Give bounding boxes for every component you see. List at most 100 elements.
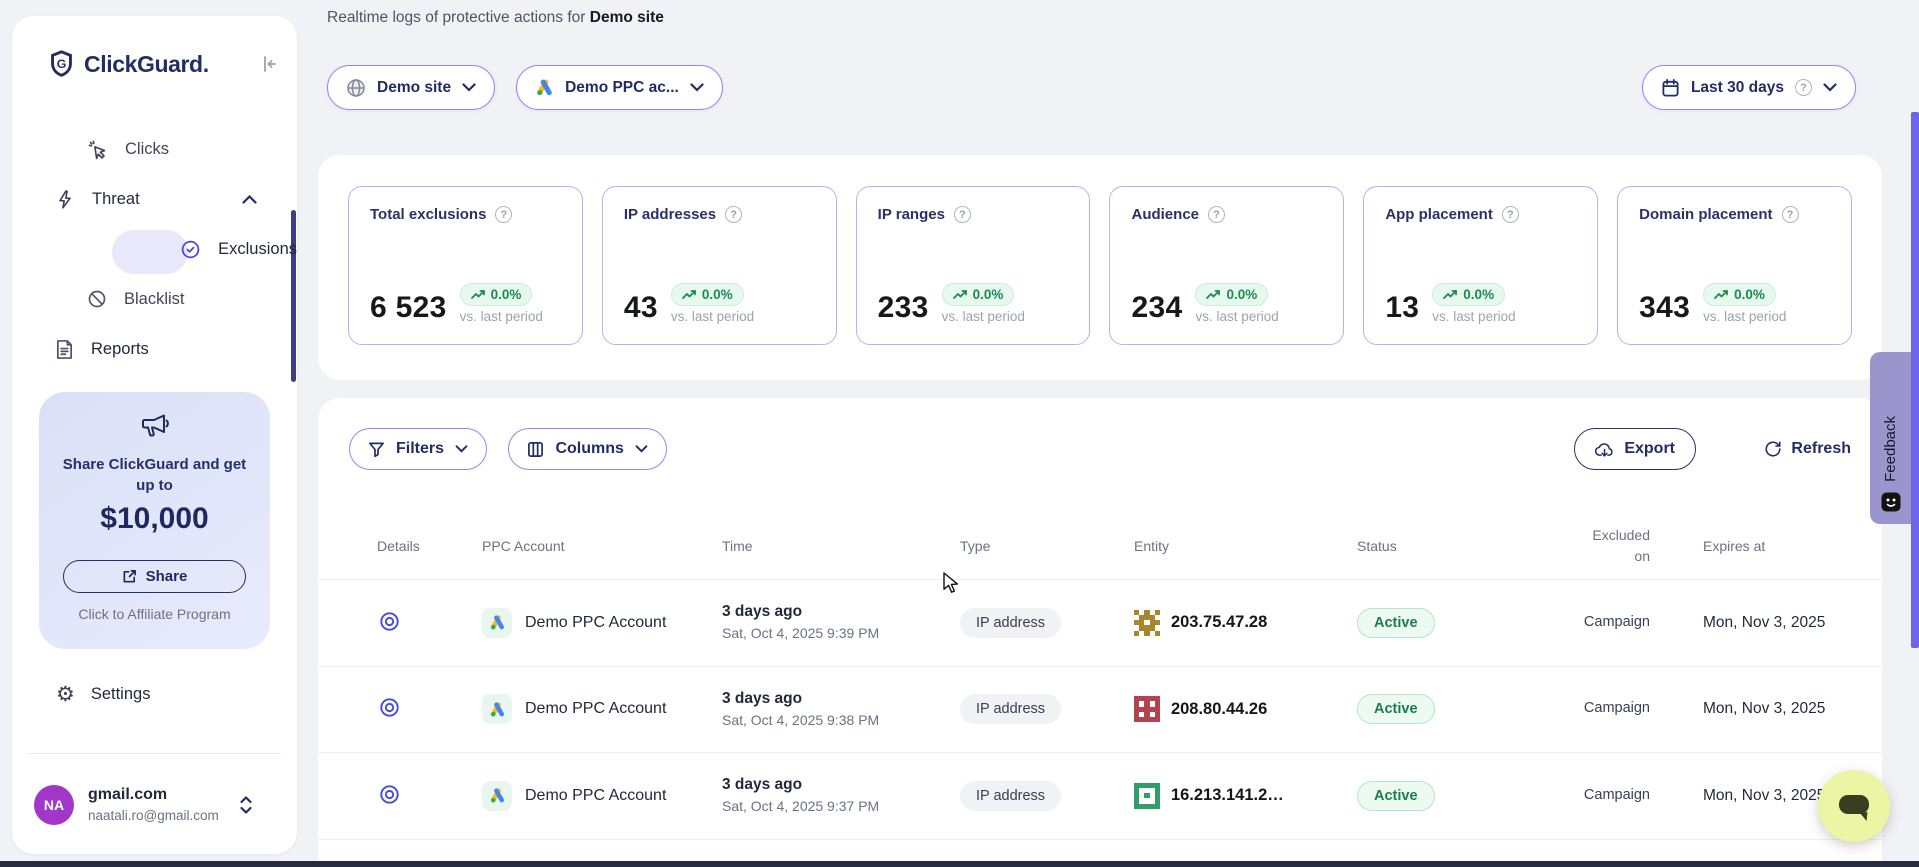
ban-icon [87, 289, 107, 309]
brand-name: ClickGuard. [84, 51, 209, 78]
details-eye-button[interactable] [377, 782, 405, 807]
main-content: Realtime logs of protective actions for … [318, 0, 1882, 867]
app-root: G ClickGuard. Clicks Threat [0, 0, 1919, 867]
details-eye-button[interactable] [377, 609, 405, 634]
affiliate-promo-card[interactable]: Share ClickGuard and get up to $10,000 S… [39, 392, 270, 649]
stat-card-domain-placement: Domain placement? 343 0.0% vs. last peri… [1617, 186, 1852, 345]
share-button[interactable]: Share [63, 560, 246, 593]
sidebar-collapse-icon[interactable] [259, 54, 279, 74]
refresh-label: Refresh [1791, 440, 1851, 458]
table-row[interactable]: Demo PPC Account 3 days agoSat, Oct 4, 2… [318, 752, 1882, 839]
table-row[interactable]: Demo PPC Account 3 days agoSat, Oct 4, 2… [318, 579, 1882, 666]
table-header-row: Details PPC Account Time Type Entity Sta… [318, 513, 1882, 579]
col-header-type: Type [960, 538, 1134, 554]
selector-row: Demo site Demo PPC ac... [327, 65, 723, 110]
sidebar-item-blacklist[interactable]: Blacklist [12, 274, 297, 324]
sidebar-item-clicks[interactable]: Clicks [12, 124, 297, 174]
help-icon[interactable]: ? [1782, 206, 1799, 223]
delta-caption: vs. last period [671, 309, 754, 324]
cursor-click-icon [87, 139, 108, 160]
stat-card-total-exclusions: Total exclusions? 6 523 0.0% vs. last pe… [348, 186, 583, 345]
sidebar-item-label: Threat [92, 190, 140, 209]
excluded-on-value: Campaign [1580, 612, 1675, 634]
col-header-status: Status [1357, 538, 1580, 554]
promo-heading: Share ClickGuard and get up to [57, 454, 252, 497]
export-button[interactable]: Export [1574, 428, 1696, 470]
trend-up-icon [1714, 290, 1728, 300]
trend-up-icon [682, 290, 696, 300]
delta-value: 0.0% [1734, 287, 1765, 302]
chevron-down-icon [462, 83, 476, 92]
ip-identicon [1134, 783, 1160, 809]
type-badge: IP address [960, 694, 1061, 724]
site-selector-dropdown[interactable]: Demo site [327, 65, 495, 110]
stat-title: IP addresses [624, 206, 716, 223]
sidebar-item-reports[interactable]: Reports [12, 324, 297, 374]
stat-value: 343 [1639, 291, 1690, 325]
columns-dropdown[interactable]: Columns [508, 428, 666, 470]
stat-value: 6 523 [370, 291, 447, 325]
account-switcher[interactable]: NA gmail.com naatali.ro@gmail.com [34, 784, 279, 830]
badge-check-icon [180, 239, 201, 260]
chevron-down-icon [635, 445, 648, 453]
type-badge: IP address [960, 781, 1061, 811]
help-icon[interactable]: ? [1502, 206, 1519, 223]
sidebar-item-label: Clicks [125, 140, 169, 159]
col-header-details: Details [377, 538, 482, 554]
filters-dropdown[interactable]: Filters [349, 428, 487, 470]
time-relative: 3 days ago [722, 603, 960, 621]
details-eye-button[interactable] [377, 695, 405, 720]
time-relative: 3 days ago [722, 690, 960, 708]
external-link-icon [122, 569, 137, 584]
stat-card-ip-ranges: IP ranges? 233 0.0% vs. last period [856, 186, 1091, 345]
svg-text:G: G [57, 57, 67, 71]
col-header-ppc-account: PPC Account [482, 538, 722, 554]
delta-caption: vs. last period [1432, 309, 1515, 324]
ppc-account-name: Demo PPC Account [525, 787, 666, 805]
subtitle-site-name: Demo site [590, 9, 664, 26]
subtitle-text: Realtime logs of protective actions for [327, 9, 590, 26]
stat-value: 43 [624, 291, 658, 325]
stat-value: 13 [1385, 291, 1419, 325]
filters-label: Filters [396, 440, 444, 458]
sidebar-item-settings[interactable]: ⚙ Settings [56, 684, 150, 705]
columns-icon [527, 441, 544, 458]
status-badge: Active [1357, 694, 1435, 724]
sidebar-item-threat[interactable]: Threat [12, 174, 297, 224]
delta-badge: 0.0% [942, 283, 1015, 306]
date-range-dropdown[interactable]: Last 30 days ? [1642, 65, 1856, 110]
col-header-expires-at: Expires at [1675, 538, 1862, 554]
feedback-tab[interactable]: Feedback [1870, 352, 1911, 524]
export-label: Export [1624, 440, 1675, 458]
active-item-highlight [112, 230, 188, 274]
time-absolute: Sat, Oct 4, 2025 9:37 PM [722, 798, 960, 815]
funnel-icon [368, 441, 385, 458]
ppc-account-selector-dropdown[interactable]: Demo PPC ac... [516, 65, 723, 110]
entity-value: 208.80.44.26 [1171, 700, 1267, 719]
help-icon[interactable]: ? [1208, 206, 1225, 223]
logo-row: G ClickGuard. [48, 50, 279, 78]
help-icon[interactable]: ? [495, 206, 512, 223]
date-range-value: Last 30 days [1691, 79, 1784, 97]
help-icon[interactable]: ? [1795, 79, 1812, 96]
help-icon[interactable]: ? [725, 206, 742, 223]
table-row[interactable]: Demo PPC Account 3 days agoSat, Oct 4, 2… [318, 666, 1882, 753]
chat-widget-button[interactable] [1818, 770, 1890, 842]
delta-badge: 0.0% [460, 283, 533, 306]
feedback-label: Feedback [1882, 416, 1899, 482]
refresh-icon [1764, 440, 1782, 458]
delta-value: 0.0% [1463, 287, 1494, 302]
google-ads-icon [482, 694, 512, 724]
sidebar-divider [28, 753, 281, 754]
sidebar-scrollbar[interactable] [291, 210, 296, 382]
chevron-up-icon [242, 195, 257, 204]
affiliate-link[interactable]: Click to Affiliate Program [39, 606, 270, 622]
site-selector-value: Demo site [377, 79, 451, 97]
sidebar-item-exclusions[interactable]: Exclusions [12, 224, 297, 274]
lightning-icon [55, 189, 75, 210]
help-icon[interactable]: ? [954, 206, 971, 223]
page-scrollbar[interactable] [1911, 112, 1919, 648]
col-header-time: Time [722, 538, 960, 554]
refresh-button[interactable]: Refresh [1764, 428, 1851, 470]
chevron-down-icon [455, 445, 468, 453]
